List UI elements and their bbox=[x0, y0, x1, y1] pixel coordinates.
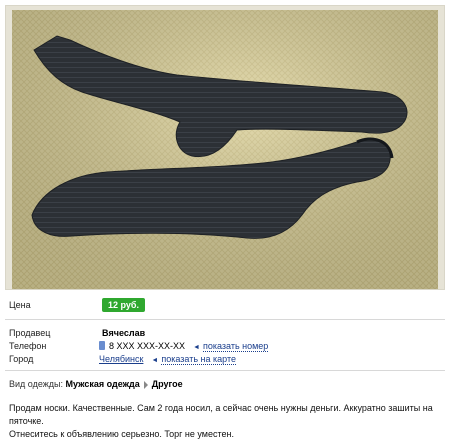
category-label: Вид одежды: bbox=[9, 379, 63, 389]
left-arrow-icon: ◄ bbox=[151, 357, 159, 364]
city-row: Город Челябинск ◄ показать на карте bbox=[9, 352, 441, 366]
price-label: Цена bbox=[9, 300, 31, 310]
category-main[interactable]: Мужская одежда bbox=[66, 379, 140, 389]
listing-photo[interactable] bbox=[12, 10, 438, 289]
category-row: Вид одежды: Мужская одежда Другое bbox=[9, 377, 441, 391]
phone-value: 8 XXX XXX-XX-XX bbox=[109, 341, 186, 351]
socks-photo bbox=[12, 10, 438, 289]
price-row: Цена 12 руб. bbox=[9, 298, 441, 312]
price-badge: 12 руб. bbox=[102, 298, 145, 312]
phone-label: Телефон bbox=[9, 341, 47, 351]
phone-row: Телефон 8 XXX XXX-XX-XX ◄ показать номер bbox=[9, 339, 441, 353]
description-line: Продам носки. Качественные. Сам 2 года н… bbox=[9, 403, 433, 426]
city-label: Город bbox=[9, 354, 34, 364]
left-arrow-icon: ◄ bbox=[193, 344, 200, 351]
divider bbox=[5, 370, 445, 371]
divider bbox=[5, 319, 445, 320]
phone-icon bbox=[99, 341, 105, 351]
seller-name: Вячеслав bbox=[102, 328, 146, 338]
description-line: Отнеситесь к объявлению серьезно. Торг н… bbox=[9, 429, 234, 439]
show-phone-link[interactable]: показать номер bbox=[202, 341, 269, 352]
description: Продам носки. Качественные. Сам 2 года н… bbox=[9, 402, 441, 441]
city-link[interactable]: Челябинск bbox=[99, 354, 143, 364]
seller-label: Продавец bbox=[9, 328, 51, 338]
seller-row: Продавец Вячеслав bbox=[9, 326, 441, 340]
show-on-map-link[interactable]: показать на карте bbox=[161, 354, 236, 365]
right-arrow-icon bbox=[143, 380, 148, 389]
category-sub[interactable]: Другое bbox=[152, 379, 183, 389]
